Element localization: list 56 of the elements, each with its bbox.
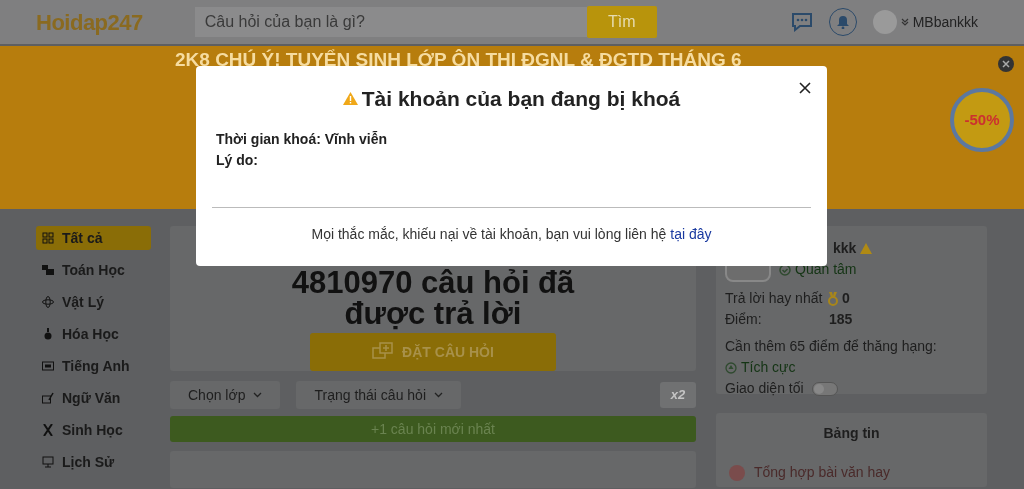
stat-value: 185 [829,310,853,329]
contact-link[interactable]: tại đây [670,225,712,242]
dark-mode-toggle[interactable] [811,381,838,396]
flask-icon [42,328,54,340]
search-field[interactable]: Câu hỏi của bạn là gì? [194,7,587,37]
chevron-icon [434,392,443,399]
rank-label: Tích cực [741,358,796,377]
filter-dropdown[interactable]: Trạng thái câu hỏi [296,381,461,410]
rank-badge-icon [725,361,737,374]
chevron-icon [253,392,263,399]
warning-icon [342,92,358,106]
card-icon [42,360,54,372]
sidebar-item[interactable]: Lịch Sử [36,450,151,474]
profile-name: kkk [833,239,857,258]
username[interactable]: MBbankkk [912,11,978,33]
sidebar-item[interactable]: Ngữ Văn [36,386,151,410]
blocks-icon [42,264,54,276]
bell-icon [836,15,849,29]
dialog-title: Tài khoản của bạn đang bị khoá [361,86,681,112]
stat-label: Trả lời hay nhất [725,289,824,308]
chevron-icon [900,18,909,26]
sidebar-item[interactable]: Tất cả [36,226,151,250]
stat-label: Điểm: [725,310,763,329]
chat-icon [790,12,813,32]
multiplier-button[interactable]: x2 [660,382,696,409]
ask-question-button[interactable]: ĐẶT CÂU HỎI [310,333,556,371]
monitor-icon [42,456,54,468]
grid-icon [42,232,54,244]
sidebar-item[interactable]: Vật Lý [36,290,151,314]
close-icon [1002,60,1010,68]
promo-badge[interactable]: -50% [950,88,1014,152]
stat-value: 0 [842,289,850,308]
search-button[interactable]: Tìm [586,6,657,38]
chat-plus-icon [372,342,395,362]
filter-dropdown[interactable]: Chọn lớp [170,381,281,410]
dark-mode-label: Giao diện tối [725,379,804,398]
warning-icon [860,243,873,254]
atom-icon [42,296,54,308]
news-title: Bảng tin [822,424,881,443]
sidebar-item[interactable]: Tiếng Anh [36,354,151,378]
rank-hint: Cần thêm 65 điểm để thăng hạng: [725,337,938,356]
news-item[interactable]: Tổng hợp bài văn hay [754,462,891,483]
sidebar-item[interactable]: Hóa Học [36,322,151,346]
lock-reason: Lý do: [216,150,259,170]
sidebar-item[interactable]: Sinh Học [36,418,151,442]
check-circle-icon [779,263,791,276]
sidebar-item[interactable]: Toán Học [36,258,151,282]
medal-icon [827,291,839,306]
user-avatar[interactable] [872,10,897,34]
pen-icon [42,392,54,404]
close-button[interactable] [797,80,813,96]
lock-duration: Thời gian khoá: Vĩnh viễn [216,129,388,149]
question-count-heading: 4810970 câu hỏi đã được trả lời [290,267,576,329]
close-icon [799,82,811,94]
banner-headline: 2K8 CHÚ Ý! TUYỂN SINH LỚP ÔN THI ĐGNL & ĐGTD THÁNG 6 [175,48,742,72]
dialog-footer-text: Mọi thắc mắc, khiếu nại về tài khoản, bạn vui lòng liên hệ tại đây [310,224,713,244]
